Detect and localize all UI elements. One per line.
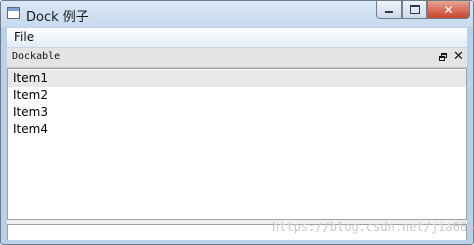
minimize-button[interactable] — [376, 1, 402, 19]
float-icon[interactable] — [439, 53, 447, 61]
list-item-label: Item3 — [13, 105, 48, 119]
list-item[interactable]: Item3 — [8, 104, 466, 121]
list-item[interactable]: Item1 — [8, 70, 466, 87]
dock-list[interactable]: Item1 Item2 Item3 Item4 — [7, 68, 467, 220]
watermark-text: https://blog.csdn.net/jia666666 — [272, 220, 474, 234]
maximize-button[interactable] — [402, 1, 427, 19]
menu-bar: File — [7, 28, 467, 48]
menu-item-file[interactable]: File — [14, 30, 34, 44]
app-window-icon — [7, 7, 20, 19]
list-item[interactable]: Item2 — [8, 87, 466, 104]
app-window: Dock 例子 ✕ File Dockable ✕ Item1 Item2 It… — [0, 0, 474, 245]
main-area: Dockable ✕ Item1 Item2 Item3 Item4 — [7, 48, 467, 240]
dock-widget-title: Dockable — [12, 51, 61, 62]
close-icon: ✕ — [443, 2, 454, 17]
dock-widget-title-bar[interactable]: Dockable ✕ — [7, 48, 467, 68]
title-bar[interactable]: Dock 例子 ✕ — [1, 1, 473, 27]
maximize-icon — [409, 5, 420, 14]
list-item-label: Item1 — [13, 71, 48, 85]
close-button[interactable]: ✕ — [427, 1, 470, 19]
list-item[interactable]: Item4 — [8, 121, 466, 138]
list-item-label: Item4 — [13, 122, 48, 136]
window-title: Dock 例子 — [26, 10, 89, 25]
dock-close-icon[interactable]: ✕ — [453, 49, 464, 65]
list-item-label: Item2 — [13, 88, 48, 102]
minimize-icon — [385, 11, 393, 13]
